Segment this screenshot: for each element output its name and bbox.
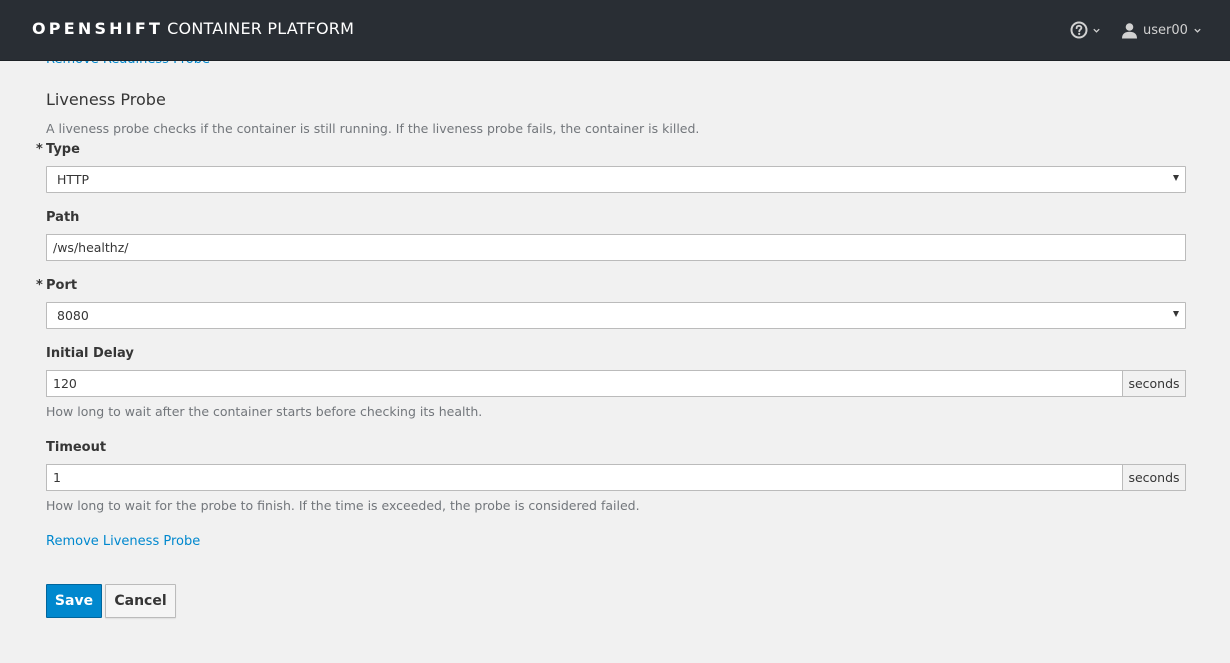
port-select[interactable]: 8080 [46, 302, 1186, 329]
type-label: Type [46, 142, 80, 157]
required-marker: * [36, 142, 43, 157]
brand-product: CONTAINER PLATFORM [167, 19, 355, 38]
required-marker: * [36, 278, 43, 293]
brand-logo[interactable]: OPENSHIFT CONTAINER PLATFORM [32, 19, 354, 39]
question-circle-icon [1070, 21, 1088, 39]
timeout-label: Timeout [46, 440, 107, 455]
help-menu[interactable] [1070, 20, 1101, 40]
timeout-group: 1 seconds [46, 464, 1186, 491]
path-label: Path [46, 210, 80, 225]
initial-delay-unit: seconds [1123, 370, 1186, 397]
initial-delay-label: Initial Delay [46, 346, 134, 361]
user-icon [1122, 22, 1137, 38]
masthead: OPENSHIFT CONTAINER PLATFORM user00 [0, 0, 1230, 61]
caret-down-icon [1173, 311, 1179, 317]
timeout-unit: seconds [1123, 464, 1186, 491]
initial-delay-input[interactable]: 120 [46, 370, 1123, 397]
cancel-button[interactable]: Cancel [105, 584, 176, 618]
initial-delay-help: How long to wait after the container sta… [46, 404, 483, 419]
remove-liveness-probe-link[interactable]: Remove Liveness Probe [46, 534, 200, 549]
timeout-input[interactable]: 1 [46, 464, 1123, 491]
path-input[interactable]: /ws/healthz/ [46, 234, 1186, 261]
timeout-value: 1 [53, 470, 61, 485]
chevron-down-icon [1194, 28, 1201, 33]
caret-down-icon [1173, 175, 1179, 181]
save-button[interactable]: Save [46, 584, 102, 618]
brand-name: OPENSHIFT [32, 19, 164, 38]
path-value: /ws/healthz/ [53, 240, 129, 255]
section-title: Liveness Probe [46, 90, 166, 109]
initial-delay-value: 120 [53, 376, 77, 391]
type-value: HTTP [57, 172, 89, 187]
timeout-help: How long to wait for the probe to finish… [46, 498, 640, 513]
type-select[interactable]: HTTP [46, 166, 1186, 193]
section-help-text: A liveness probe checks if the container… [46, 121, 700, 136]
port-label: Port [46, 278, 78, 293]
initial-delay-group: 120 seconds [46, 370, 1186, 397]
user-menu[interactable]: user00 [1121, 20, 1202, 40]
username: user00 [1143, 22, 1188, 38]
port-value: 8080 [57, 308, 89, 323]
chevron-down-icon [1093, 28, 1100, 33]
